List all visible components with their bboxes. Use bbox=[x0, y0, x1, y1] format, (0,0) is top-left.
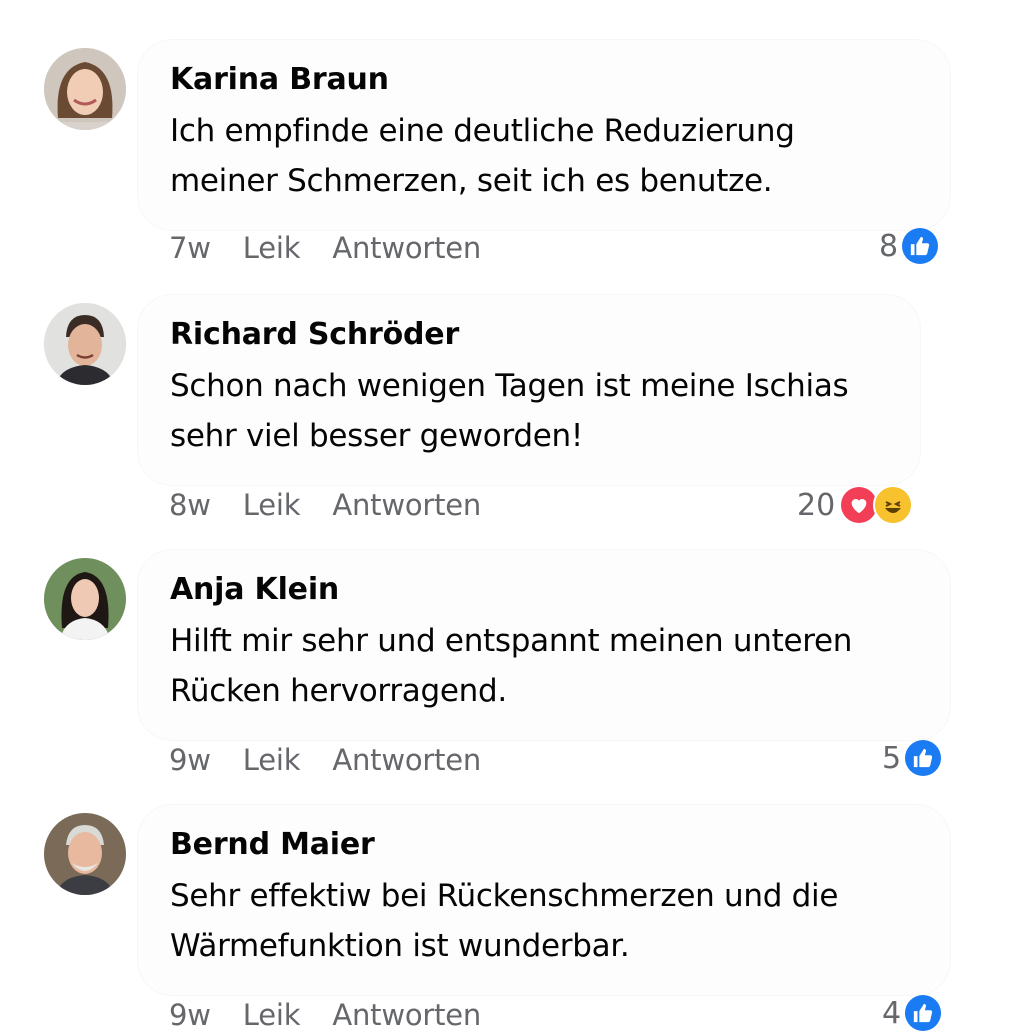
like-icon bbox=[905, 740, 942, 776]
reaction-summary[interactable]: 4 bbox=[882, 995, 942, 1031]
comment-author[interactable]: Richard Schröder bbox=[170, 317, 888, 353]
reaction-count: 4 bbox=[882, 995, 902, 1031]
comment-bubble: Bernd Maier Sehr effektiw bei Rückenschm… bbox=[138, 805, 950, 995]
comment-bubble: Anja Klein Hilft mir sehr und entspannt … bbox=[138, 550, 950, 740]
like-icon bbox=[905, 995, 942, 1031]
avatar[interactable] bbox=[44, 813, 126, 895]
haha-icon bbox=[873, 485, 914, 525]
like-link[interactable]: Leik bbox=[243, 231, 301, 265]
comment-text-line: Wärmefunktion ist wunderbar. bbox=[170, 928, 630, 964]
comment-actions: 9w Leik Antworten bbox=[169, 743, 481, 777]
reply-link[interactable]: Antworten bbox=[332, 998, 481, 1032]
comment-text: Schon nach wenigen Tagen ist meine Ischi… bbox=[170, 361, 888, 461]
reaction-summary[interactable]: 20 bbox=[797, 485, 914, 525]
reply-link[interactable]: Antworten bbox=[332, 488, 481, 522]
comment-bubble: Richard Schröder Schon nach wenigen Tage… bbox=[138, 295, 920, 485]
comment-text: Sehr effektiw bei Rückenschmerzen und di… bbox=[170, 871, 918, 971]
comment-timestamp[interactable]: 8w bbox=[169, 488, 211, 522]
comment-actions: 8w Leik Antworten bbox=[169, 488, 481, 522]
avatar[interactable] bbox=[44, 48, 126, 130]
comment-author[interactable]: Karina Braun bbox=[170, 62, 918, 98]
comment-author[interactable]: Bernd Maier bbox=[170, 827, 918, 863]
comment-text-line: Sehr effektiw bei Rückenschmerzen und di… bbox=[170, 878, 839, 914]
comment-text: Hilft mir sehr und entspannt meinen unte… bbox=[170, 616, 918, 716]
comment-text-line: Ich empfinde eine deutliche Reduzierung bbox=[170, 113, 795, 149]
reaction-count: 8 bbox=[879, 228, 899, 264]
heart-icon bbox=[841, 487, 878, 523]
reply-link[interactable]: Antworten bbox=[332, 743, 481, 777]
comment-timestamp[interactable]: 7w bbox=[169, 231, 211, 265]
reaction-summary[interactable]: 8 bbox=[879, 228, 939, 264]
avatar[interactable] bbox=[44, 303, 126, 385]
comment-actions: 9w Leik Antworten bbox=[169, 998, 481, 1032]
comment-text-line: meiner Schmerzen, seit ich es benutze. bbox=[170, 163, 773, 199]
like-link[interactable]: Leik bbox=[243, 743, 301, 777]
comment-timestamp[interactable]: 9w bbox=[169, 743, 211, 777]
comment-actions: 7w Leik Antworten bbox=[169, 231, 481, 265]
comment-bubble: Karina Braun Ich empfinde eine deutliche… bbox=[138, 40, 950, 230]
comment-author[interactable]: Anja Klein bbox=[170, 572, 918, 608]
like-link[interactable]: Leik bbox=[243, 998, 301, 1032]
comment-text-line: Schon nach wenigen Tagen ist meine Ischi… bbox=[170, 368, 849, 404]
comment-text-line: Hilft mir sehr und entspannt meinen unte… bbox=[170, 623, 853, 659]
comment-timestamp[interactable]: 9w bbox=[169, 998, 211, 1032]
comment-text: Ich empfinde eine deutliche Reduzierung … bbox=[170, 106, 918, 206]
comment-text-line: Rücken hervorragend. bbox=[170, 673, 507, 709]
comment-text-line: sehr viel besser geworden! bbox=[170, 418, 583, 454]
reaction-count: 20 bbox=[797, 487, 836, 523]
like-link[interactable]: Leik bbox=[243, 488, 301, 522]
avatar[interactable] bbox=[44, 558, 126, 640]
reaction-count: 5 bbox=[882, 740, 902, 776]
like-icon bbox=[902, 228, 939, 264]
reaction-summary[interactable]: 5 bbox=[882, 740, 942, 776]
reply-link[interactable]: Antworten bbox=[332, 231, 481, 265]
